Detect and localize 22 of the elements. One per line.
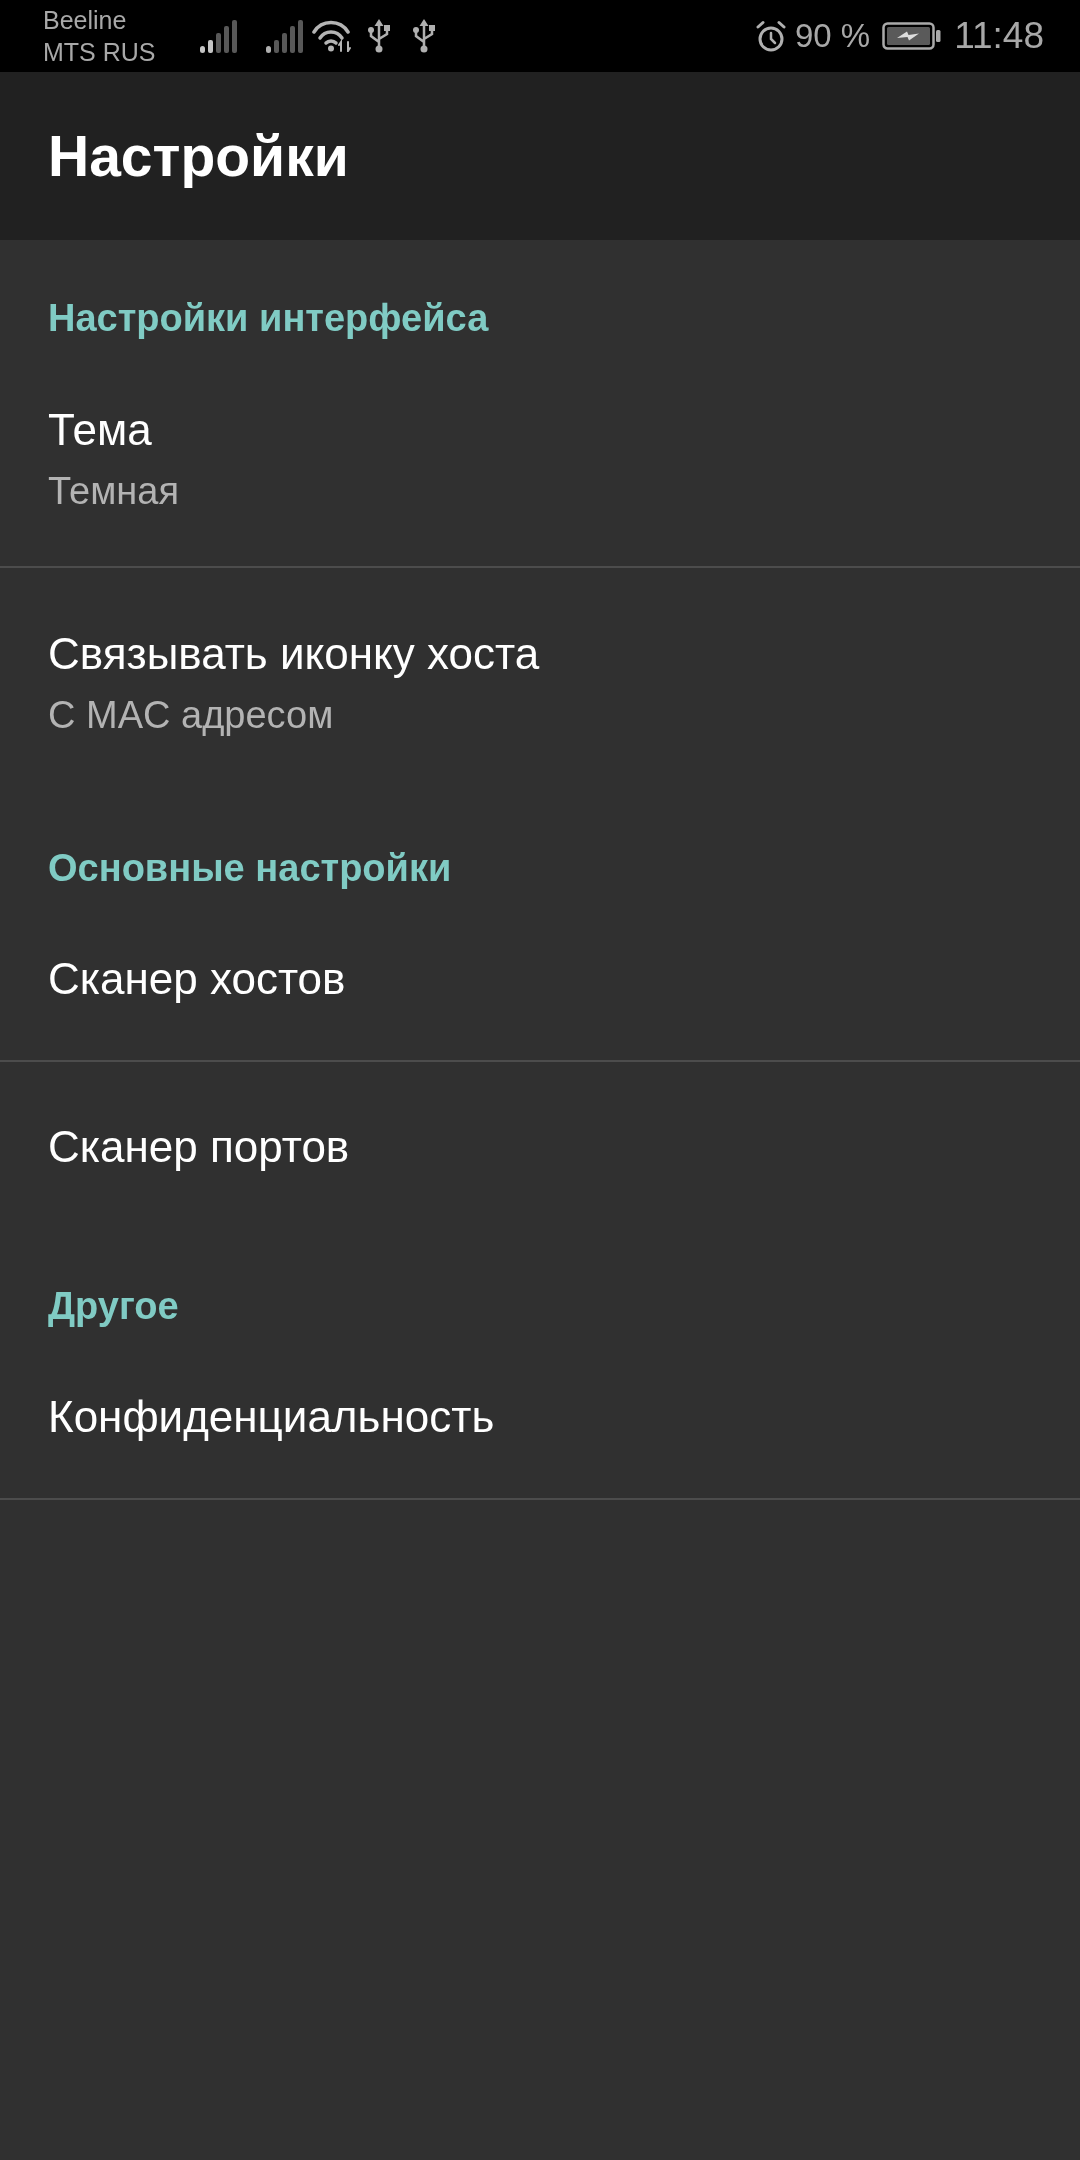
setting-title[interactable]: Сканер портов (48, 1119, 350, 1175)
section-header: Другое (48, 1284, 179, 1329)
setting-title[interactable]: Связывать иконку хоста (48, 626, 540, 682)
section-header: Настройки интерфейса (48, 296, 489, 341)
battery-percent: 90 % (794, 16, 871, 56)
signal-icon (265, 19, 303, 53)
signal-icon (199, 19, 237, 53)
setting-summary: Темная (48, 469, 180, 514)
setting-title[interactable]: Конфиденциальность (48, 1389, 495, 1445)
usb-icon (411, 19, 436, 53)
carrier-name: Beeline (43, 5, 127, 36)
setting-summary: С MAC адресом (48, 693, 334, 738)
setting-title[interactable]: Сканер хостов (48, 951, 346, 1007)
setting-title[interactable]: Тема (48, 402, 152, 458)
section-header: Основные настройки (48, 846, 452, 891)
screen-title: Настройки (48, 123, 349, 189)
wifi-icon (311, 20, 352, 52)
battery-charging-icon (882, 22, 943, 50)
alarm-clock-icon (754, 20, 787, 52)
clock-time: 11:48 (954, 14, 1044, 58)
usb-icon (366, 19, 391, 53)
carrier-name: MTS RUS (43, 37, 156, 68)
